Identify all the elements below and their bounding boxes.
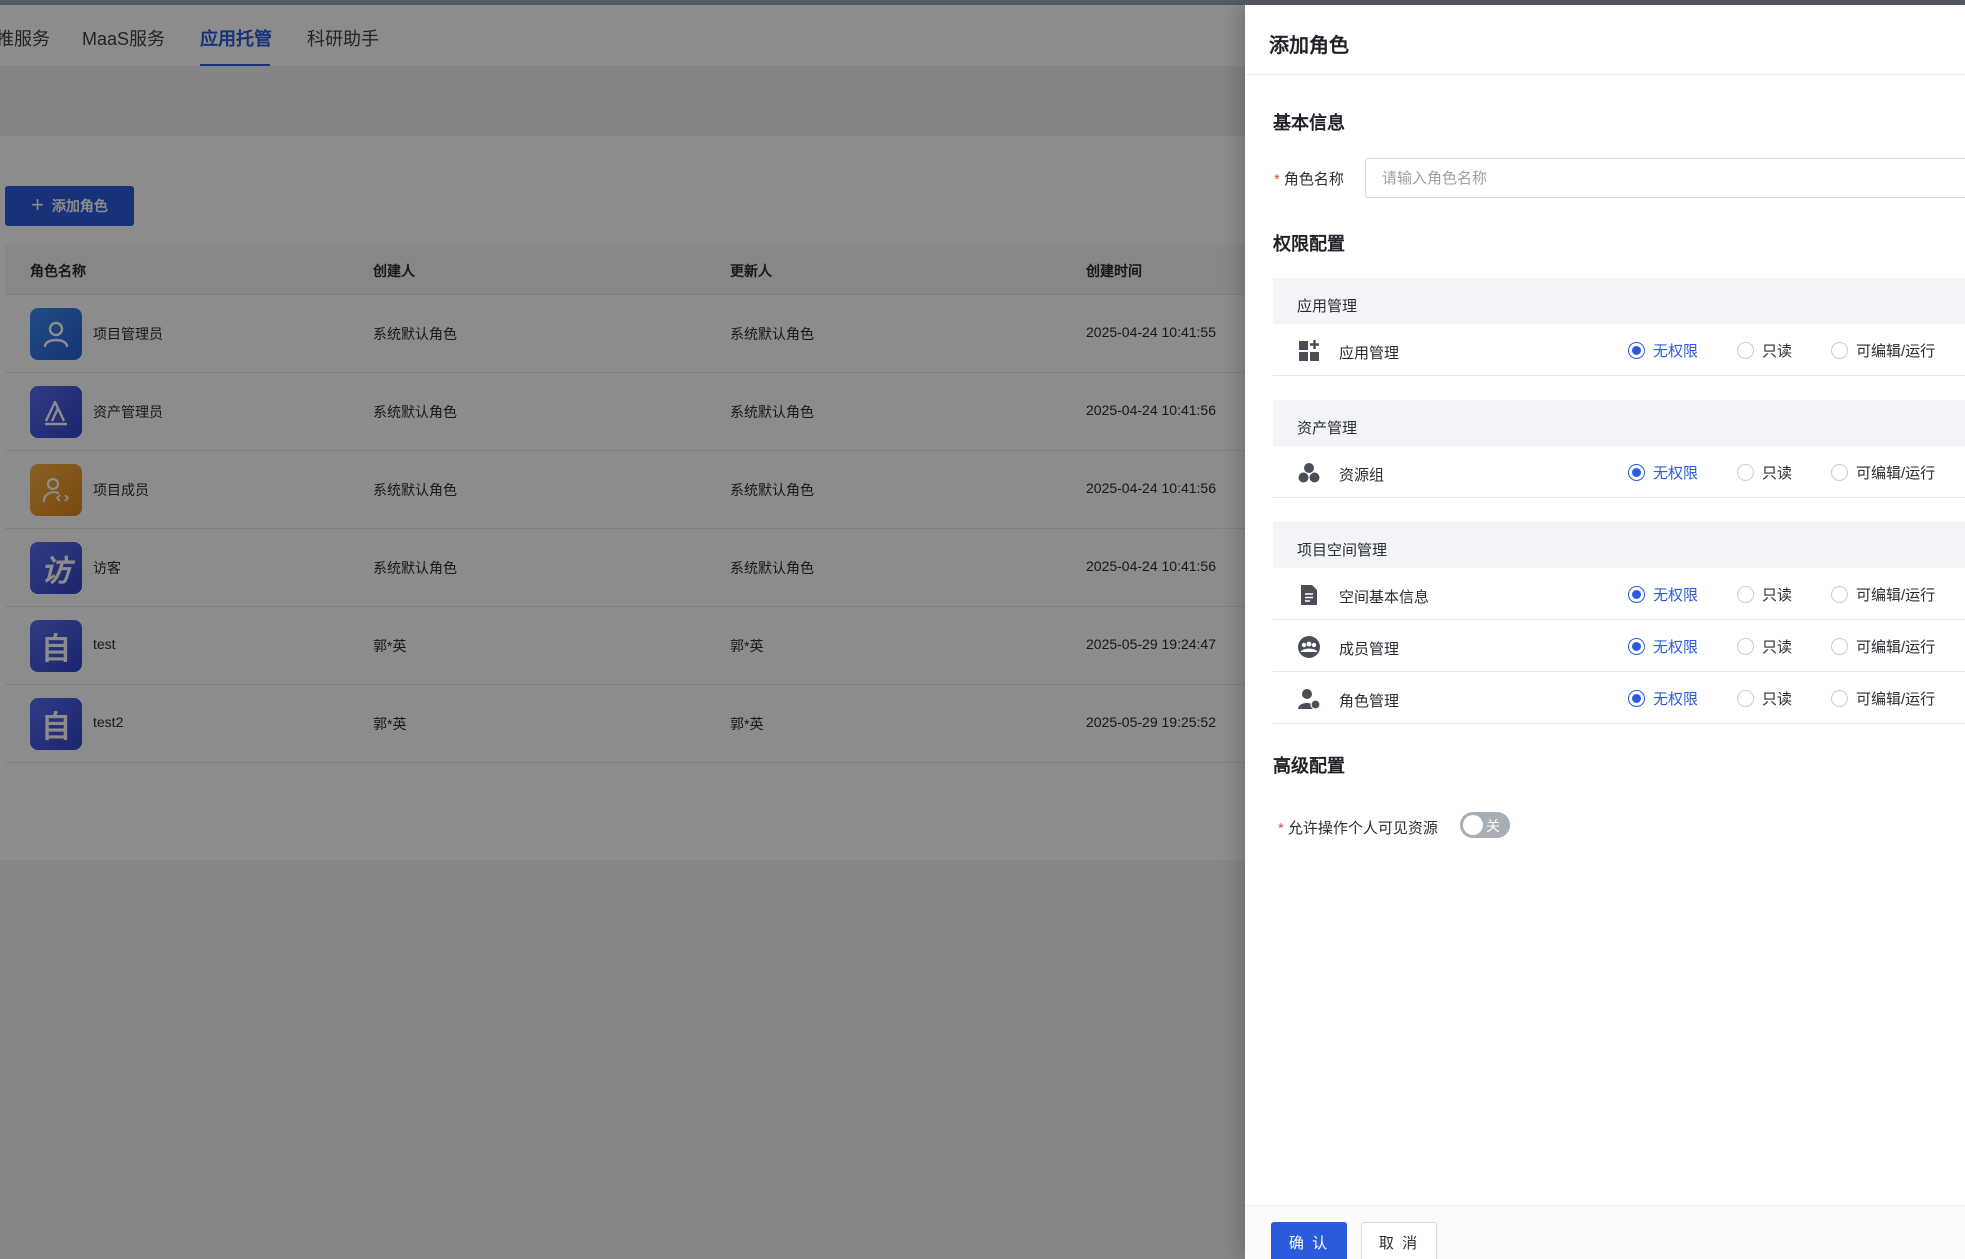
drawer-title: 添加角色 [1269, 35, 1349, 57]
perm-group-asset-management: 资产管理 资源组 无权限 只读 可编辑/运行 [1273, 400, 1965, 498]
perm-label: 空间基本信息 [1339, 589, 1430, 606]
radio-read-only[interactable]: 只读 [1737, 340, 1792, 361]
perm-label: 资源组 [1339, 467, 1385, 484]
toggle-knob [1463, 815, 1483, 835]
perm-group-project-space: 项目空间管理 空间基本信息 无权限 只读 可编辑/运行 成员管理 无权限 只读 … [1273, 522, 1965, 724]
radio-read-only[interactable]: 只读 [1737, 636, 1792, 657]
perm-row-space-info: 空间基本信息 无权限 只读 可编辑/运行 [1273, 568, 1965, 620]
radio-no-permission[interactable]: 无权限 [1628, 688, 1698, 709]
resource-group-icon [1297, 461, 1321, 485]
radio-no-permission[interactable]: 无权限 [1628, 340, 1698, 361]
members-icon [1297, 635, 1321, 659]
perm-row-resource-group: 资源组 无权限 只读 可编辑/运行 [1273, 446, 1965, 498]
perm-group-title: 资产管理 [1273, 400, 1965, 446]
perm-group-title: 应用管理 [1273, 278, 1965, 324]
required-mark: * [1278, 820, 1284, 837]
cancel-button[interactable]: 取 消 [1361, 1222, 1437, 1259]
radio-no-permission[interactable]: 无权限 [1628, 636, 1698, 657]
toggle-state-text: 关 [1486, 818, 1500, 834]
radio-edit-run[interactable]: 可编辑/运行 [1831, 340, 1935, 361]
radio-no-permission[interactable]: 无权限 [1628, 462, 1698, 483]
radio-no-permission[interactable]: 无权限 [1628, 584, 1698, 605]
role-name-label: * 角色名称 [1274, 171, 1344, 188]
required-mark: * [1274, 171, 1280, 188]
perm-row-app-management: 应用管理 无权限 只读 可编辑/运行 [1273, 324, 1965, 376]
role-user-icon [1297, 687, 1321, 711]
apps-icon [1297, 339, 1321, 363]
perm-group-app-management: 应用管理 应用管理 无权限 只读 可编辑/运行 [1273, 278, 1965, 376]
perm-label: 应用管理 [1339, 345, 1400, 362]
radio-edit-run[interactable]: 可编辑/运行 [1831, 688, 1935, 709]
drawer-footer: 确 认 取 消 [1245, 1205, 1965, 1259]
section-title-basic: 基本信息 [1273, 113, 1345, 133]
confirm-button[interactable]: 确 认 [1271, 1222, 1347, 1259]
perm-label: 角色管理 [1339, 693, 1400, 710]
radio-edit-run[interactable]: 可编辑/运行 [1831, 584, 1935, 605]
perm-group-title: 项目空间管理 [1273, 522, 1965, 568]
radio-read-only[interactable]: 只读 [1737, 584, 1792, 605]
personal-resource-label: * 允许操作个人可见资源 [1278, 820, 1438, 837]
personal-resource-toggle[interactable]: 关 [1460, 812, 1510, 838]
section-title-permissions: 权限配置 [1273, 234, 1345, 254]
role-name-input[interactable] [1365, 158, 1965, 198]
modal-overlay[interactable] [0, 0, 1245, 1259]
radio-edit-run[interactable]: 可编辑/运行 [1831, 462, 1935, 483]
radio-read-only[interactable]: 只读 [1737, 462, 1792, 483]
drawer-header: 添加角色 [1245, 5, 1965, 75]
perm-row-role-management: 角色管理 无权限 只读 可编辑/运行 [1273, 672, 1965, 724]
document-icon [1297, 583, 1321, 607]
perm-row-member-management: 成员管理 无权限 只读 可编辑/运行 [1273, 620, 1965, 672]
add-role-drawer: 添加角色 基本信息 *角色名称 权限配置 应用管理 应用管理 无权限 只读 可编… [1245, 5, 1965, 1259]
perm-label: 成员管理 [1339, 641, 1400, 658]
radio-read-only[interactable]: 只读 [1737, 688, 1792, 709]
radio-edit-run[interactable]: 可编辑/运行 [1831, 636, 1935, 657]
section-title-advanced: 高级配置 [1273, 756, 1345, 776]
